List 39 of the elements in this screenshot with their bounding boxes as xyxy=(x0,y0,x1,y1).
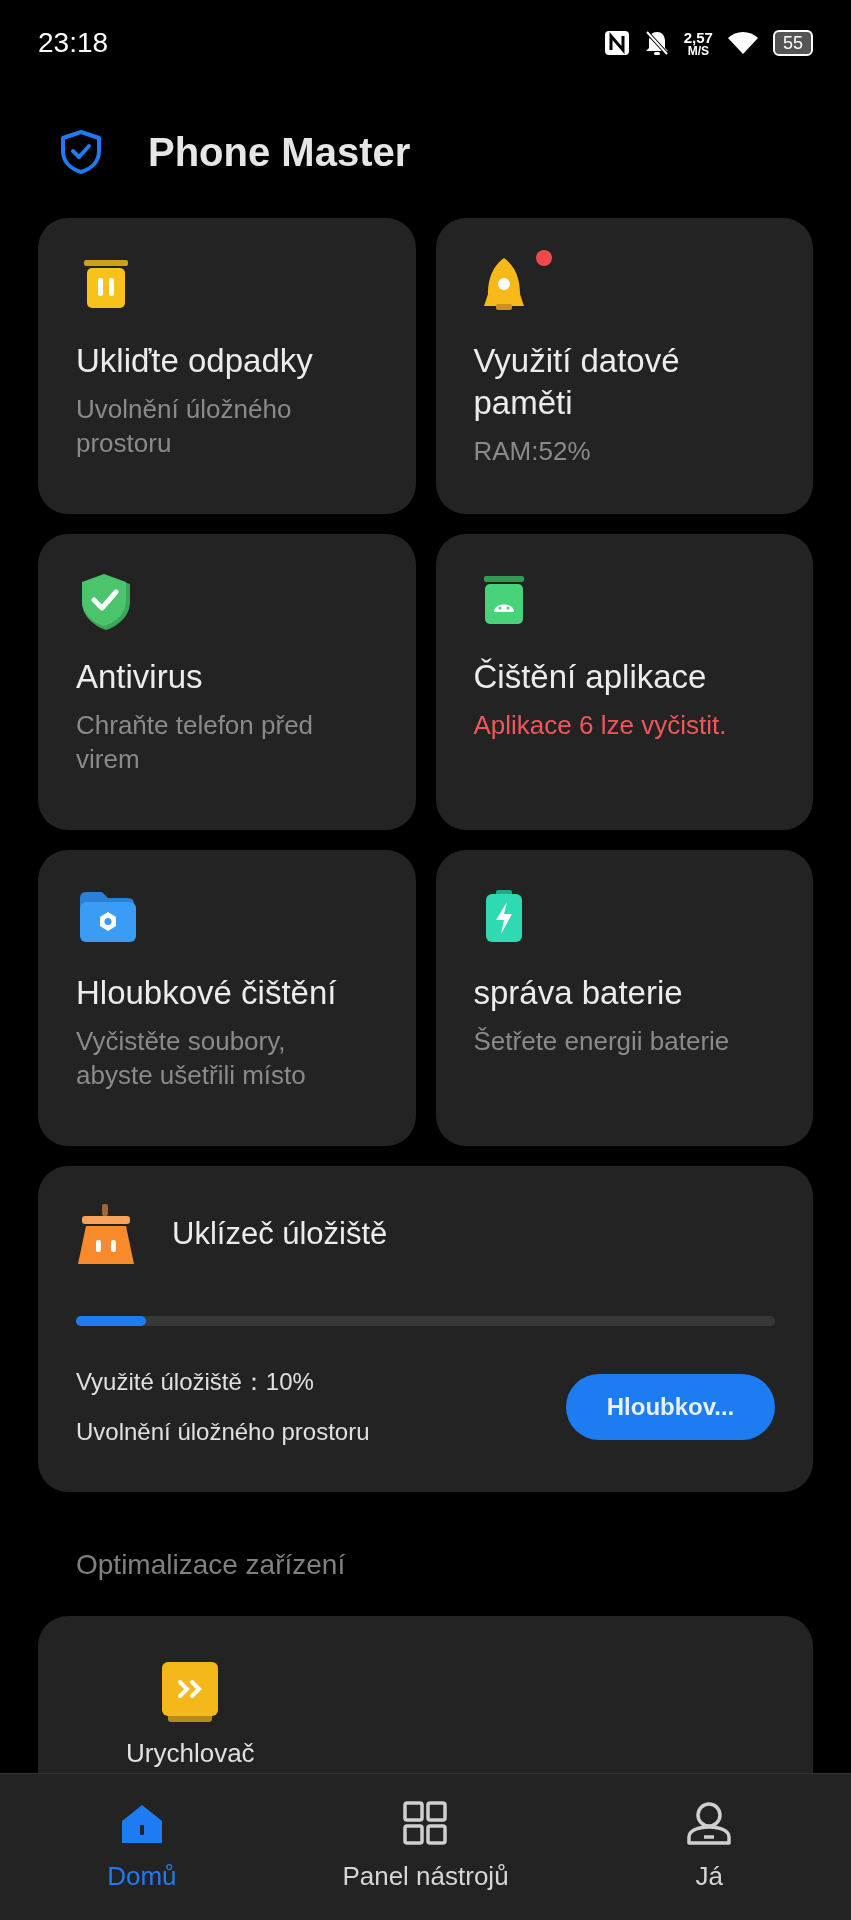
storage-description: Uvolnění úložného prostoru xyxy=(76,1417,370,1447)
nav-tab[interactable]: Domů xyxy=(0,1798,284,1896)
card-subtitle: Šetřete energii baterie xyxy=(473,1025,731,1058)
card-subtitle: Uvolnění úložného prostoru xyxy=(76,393,293,460)
feature-card[interactable]: Hloubkové čištění Vyčistěte soubory, abyste ušetřili místo xyxy=(38,850,416,1146)
card-subtitle: Chraňte telefon před virem xyxy=(76,709,315,776)
network-speed: 2,57 xyxy=(683,29,713,45)
feature-card[interactable]: Využití datové paměti RAM:52% xyxy=(435,218,813,514)
feature-card[interactable]: Ukliďte odpadky Uvolnění úložného prostoru xyxy=(38,218,416,514)
card-title: Ukliďte odpadky xyxy=(76,341,314,381)
battery-level: 55 xyxy=(772,30,813,56)
card-title: Antivirus xyxy=(76,657,204,697)
card-title: Využití datové paměti xyxy=(473,341,681,423)
section-heading: Optimalizace zařízení xyxy=(75,1548,347,1582)
double-chevron-icon xyxy=(160,1660,221,1724)
storage-usage: Využité úložiště：10% xyxy=(76,1367,315,1397)
feature-card[interactable]: Antivirus Chraňte telefon před virem xyxy=(38,534,416,830)
status-time: 23:18 xyxy=(38,26,109,60)
wifi-icon xyxy=(726,30,759,56)
tool-label: Urychlovač xyxy=(126,1737,255,1770)
deep-clean-button[interactable]: Hloubkov... xyxy=(566,1374,775,1440)
card-subtitle: Aplikace 6 lze vyčistit. xyxy=(473,709,728,742)
card-title: správa baterie xyxy=(473,973,684,1013)
broom-icon xyxy=(76,1202,136,1266)
nav-tab[interactable]: Panel nástrojů xyxy=(283,1798,568,1896)
shield-check-icon xyxy=(58,129,104,175)
card-title: Čištění aplikace xyxy=(473,657,708,697)
grid-icon xyxy=(401,1798,450,1847)
nfc-icon xyxy=(603,30,630,56)
card-title: Hloubkové čištění xyxy=(76,973,338,1013)
card-subtitle: Vyčistěte soubory, abyste ušetřili místo xyxy=(76,1025,307,1092)
nav-tab[interactable]: Já xyxy=(567,1798,851,1896)
app-title: Phone Master xyxy=(148,129,411,176)
feature-card[interactable]: Čištění aplikace Aplikace 6 lze vyčistit. xyxy=(435,534,813,830)
speed-unit: M/S xyxy=(687,44,710,57)
card-subtitle: RAM:52% xyxy=(473,435,592,468)
card-title: Uklízeč úložiště xyxy=(172,1214,388,1253)
feature-card[interactable]: správa baterie Šetřete energii baterie xyxy=(435,850,813,1146)
bell-muted-icon xyxy=(643,29,670,57)
